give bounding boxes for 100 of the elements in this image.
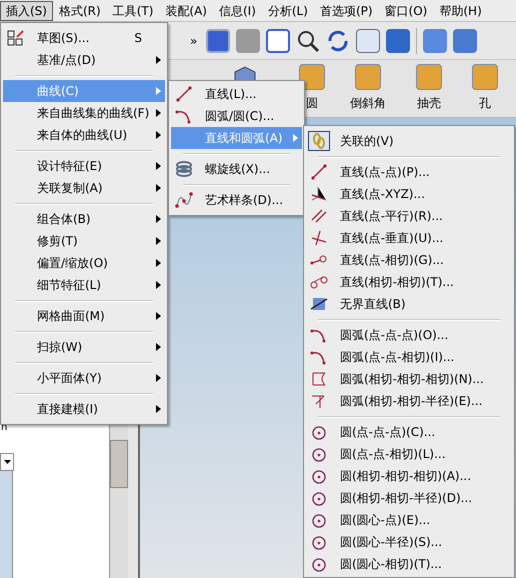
menu-item[interactable]: 直接建模(I) — [3, 398, 165, 420]
menu-item[interactable]: 直线(点-相切)(G)... — [306, 249, 512, 271]
menu-item[interactable]: 艺术样条(D)... — [171, 189, 302, 211]
menu-item-label: 圆(点-点-相切)(L)... — [339, 446, 447, 463]
menu-item-label: 直接建模(I) — [36, 401, 99, 418]
menu-bar-item[interactable]: 装配(A) — [159, 0, 213, 20]
menu-item[interactable]: 圆(点-点-相切)(L)... — [306, 443, 512, 465]
menu-item-label: 设计特征(E) — [36, 158, 103, 175]
menu-item[interactable]: 螺旋线(X)... — [171, 158, 302, 180]
menu-item-label: 直线(L)... — [204, 86, 258, 103]
line-icon — [175, 85, 193, 103]
menu-item-label: 螺旋线(X)... — [204, 161, 272, 178]
menu-item[interactable]: 直线(点-平行)(R)... — [306, 205, 512, 227]
menu-item-label: 小平面体(Y) — [36, 370, 103, 387]
menu-item-label: 艺术样条(D)... — [204, 192, 284, 209]
rotate-icon[interactable] — [326, 28, 350, 52]
menu-item-label: 曲线(C) — [36, 83, 80, 100]
menu-item[interactable]: 圆(相切-相切-相切)(A)... — [306, 465, 512, 487]
menu-item-label: 基准/点(D) — [36, 52, 97, 69]
toolbar-button[interactable] — [423, 28, 447, 52]
menu-item[interactable]: 基准/点(D) — [3, 49, 165, 71]
sketch-icon — [7, 29, 25, 47]
menu-item-label: 直线(点-点)(P)... — [339, 164, 431, 181]
menu-item-label: 圆(相切-相切-相切)(A)... — [339, 468, 472, 485]
menu-item[interactable]: 扫掠(W) — [3, 336, 165, 358]
menu-bar-item[interactable]: 插入(S) — [0, 0, 53, 20]
menu-item-label: 圆弧(相切-相切-相切)(N)... — [339, 371, 485, 388]
parallel-lines-icon — [310, 207, 328, 225]
spline-icon — [175, 191, 193, 209]
pan-button[interactable] — [356, 28, 380, 52]
feature-button[interactable]: 孔 — [460, 64, 510, 112]
menu-bar-item[interactable]: 工具(T) — [106, 0, 160, 20]
menu-item[interactable]: 直线(相切-相切)(T)... — [306, 271, 512, 293]
menu-item[interactable]: 网格曲面(M) — [3, 305, 165, 327]
menu-item-label: 圆弧/圆(C)... — [204, 108, 276, 125]
menu-item-label: 扫掠(W) — [36, 339, 84, 356]
menu-item-label: 直线(相切-相切)(T)... — [339, 274, 455, 291]
menu-item[interactable]: 圆弧(相切-相切-相切)(N)... — [306, 368, 512, 390]
menu-item[interactable]: 草图(S)... S — [3, 27, 165, 49]
menu-item[interactable]: 细节特征(L) — [3, 274, 165, 296]
axes-line-icon — [310, 185, 328, 203]
menu-item[interactable]: 圆(圆心-相切)(T)... — [306, 553, 512, 575]
menu-item[interactable]: 直线(L)... — [171, 83, 302, 105]
unbounded-line-icon — [310, 295, 328, 313]
menu-item[interactable]: 圆弧/圆(C)... — [171, 105, 302, 127]
shortcut-key: S — [134, 29, 150, 47]
menu-bar-item[interactable]: 信息(I) — [212, 0, 262, 20]
zoom-button[interactable] — [266, 28, 290, 52]
helix-icon — [175, 160, 193, 178]
menu-item-label: 组合体(B) — [36, 211, 92, 228]
toolbar-overflow[interactable]: » — [190, 32, 200, 50]
menu-bar-item[interactable]: 首选项(P) — [314, 0, 379, 20]
menu-item[interactable]: 小平面体(Y) — [3, 367, 165, 389]
menu-bar-item[interactable]: 窗口(O) — [378, 0, 434, 20]
menu-item-label: 直线(点-相切)(G)... — [339, 252, 445, 269]
menu-bar-item[interactable]: 帮助(H) — [433, 0, 488, 20]
menu-item-label: 修剪(T) — [36, 233, 79, 250]
menu-item[interactable]: 圆(点-点-点)(C)... — [306, 421, 512, 443]
menu-item-label: 圆(圆心-点)(E)... — [339, 512, 432, 529]
menu-item-label: 网格曲面(M) — [36, 308, 106, 325]
menu-item[interactable]: 组合体(B) — [3, 208, 165, 230]
menu-item[interactable]: 来自体的曲线(U) — [3, 124, 165, 146]
fit-view-button[interactable] — [206, 28, 230, 52]
menu-item-label: 圆弧(相切-相切-半径)(E)... — [339, 393, 484, 410]
zoom-in-icon[interactable] — [296, 28, 320, 52]
menu-item[interactable]: 圆弧(点-点-点)(O)... — [306, 324, 512, 346]
line-icon — [310, 163, 328, 181]
menu-item[interactable]: 偏置/缩放(O) — [3, 252, 165, 274]
menu-bar-item[interactable]: 格式(R) — [52, 0, 107, 20]
menu-item[interactable]: 设计特征(E) — [3, 155, 165, 177]
chain-link-icon — [310, 132, 328, 150]
menu-item[interactable]: 直线(点-垂直)(U)... — [306, 227, 512, 249]
menu-item[interactable]: 圆弧(相切-相切-半径)(E)... — [306, 390, 512, 412]
shaded-view-button[interactable] — [386, 28, 410, 52]
menu-bar-item[interactable]: 分析(L) — [262, 0, 314, 20]
feature-button[interactable]: 抽壳 — [404, 64, 454, 112]
menu-item[interactable]: 直线(点-XYZ)... — [306, 183, 512, 205]
menu-item-label: 细节特征(L) — [36, 277, 102, 294]
menu-item[interactable]: 圆弧(点-点-相切)(I)... — [306, 346, 512, 368]
menu-item-label: 来自体的曲线(U) — [36, 127, 128, 144]
menu-item-label: 无界直线(B) — [339, 296, 407, 313]
menu-item[interactable]: 圆(圆心-点)(E)... — [306, 509, 512, 531]
menu-item-label: 圆(点-点-点)(C)... — [339, 424, 436, 441]
menu-item-label: 偏置/缩放(O) — [36, 255, 109, 272]
menu-item[interactable]: 无界直线(B) — [306, 293, 512, 315]
menu-item[interactable]: 修剪(T) — [3, 230, 165, 252]
menu-item[interactable]: 关联复制(A) — [3, 177, 165, 199]
menu-item-label: 圆(圆心-相切)(T)... — [339, 556, 443, 573]
toolbar-button[interactable] — [453, 28, 477, 52]
menu-item[interactable]: 圆(圆心-半径)(S)... — [306, 531, 512, 553]
menu-item-label: 直线和圆弧(A) — [204, 130, 284, 147]
perpendicular-lines-icon — [310, 229, 328, 247]
dropdown-field[interactable] — [0, 453, 14, 471]
menu-item-label: 直线(点-垂直)(U)... — [339, 230, 444, 247]
menu-item[interactable]: 来自曲线集的曲线(F) — [3, 102, 165, 124]
menu-item[interactable]: 圆(相切-相切-半径)(D)... — [306, 487, 512, 509]
menu-item-label: 草图(S)... — [36, 30, 90, 47]
menu-item[interactable]: 关联的(V) — [306, 130, 512, 152]
feature-button[interactable]: 倒斜角 — [338, 64, 398, 112]
menu-item[interactable]: 直线(点-点)(P)... — [306, 161, 512, 183]
